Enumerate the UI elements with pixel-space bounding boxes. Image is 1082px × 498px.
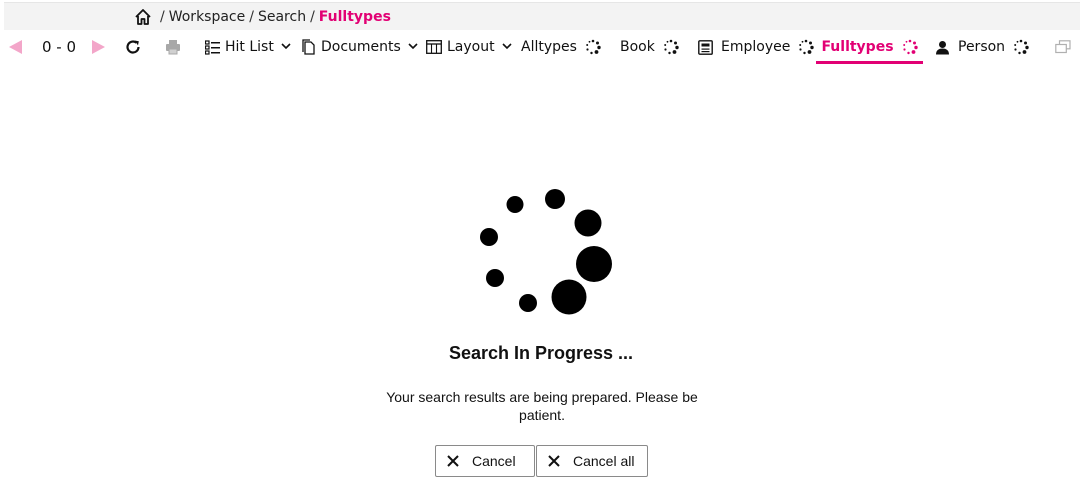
tab-label: Alltypes xyxy=(521,39,577,55)
documents-label: Documents xyxy=(321,39,401,55)
cancel-label: Cancel xyxy=(472,453,516,469)
spinner-icon xyxy=(1014,39,1029,55)
prev-arrow-icon[interactable] xyxy=(9,30,22,64)
window-restore-icon[interactable] xyxy=(1055,30,1071,64)
breadcrumb-separator: / xyxy=(160,9,165,25)
document-icon xyxy=(302,39,315,55)
tab-employee[interactable]: Employee xyxy=(698,30,815,64)
breadcrumb: / Workspace / Search / Fulltypes xyxy=(134,3,391,31)
tab-book[interactable]: Book xyxy=(620,30,679,64)
spinner-icon xyxy=(480,189,612,315)
layout-menu[interactable]: Layout xyxy=(426,30,512,64)
tab-label: Person xyxy=(958,39,1006,55)
spinner-icon xyxy=(586,39,601,55)
home-icon[interactable] xyxy=(134,8,152,26)
close-icon xyxy=(447,455,459,467)
hitlist-menu[interactable]: Hit List xyxy=(205,30,291,64)
table-icon xyxy=(426,40,442,54)
tab-label: Book xyxy=(620,39,655,55)
person-icon xyxy=(936,40,949,54)
breadcrumb-bar: / Workspace / Search / Fulltypes xyxy=(4,2,1080,30)
breadcrumb-search[interactable]: Search xyxy=(258,9,306,25)
breadcrumb-fulltypes: Fulltypes xyxy=(318,9,391,25)
chevron-down-icon xyxy=(281,42,291,53)
spinner-icon xyxy=(902,39,918,55)
tab-person[interactable]: Person xyxy=(935,30,1029,64)
tab-label: Fulltypes xyxy=(821,39,894,55)
documents-menu[interactable]: Documents xyxy=(302,30,418,64)
cancel-all-button[interactable]: Cancel all xyxy=(536,445,648,477)
breadcrumb-separator: / xyxy=(310,9,315,25)
refresh-icon[interactable] xyxy=(124,30,142,64)
id-card-icon xyxy=(698,39,713,55)
next-arrow-icon[interactable] xyxy=(92,30,105,64)
toolbar: 0 - 0 Hit List Documents Layout Alltypes… xyxy=(0,30,1082,64)
tab-fulltypes[interactable]: Fulltypes xyxy=(816,30,923,64)
spinner-icon xyxy=(664,39,679,55)
result-counter: 0 - 0 xyxy=(42,38,77,56)
close-icon xyxy=(548,455,560,467)
print-icon[interactable] xyxy=(164,30,182,64)
breadcrumb-separator: / xyxy=(249,9,254,25)
chevron-down-icon xyxy=(408,42,418,53)
list-icon xyxy=(205,39,220,55)
progress-title: Search In Progress ... xyxy=(448,343,634,363)
hitlist-label: Hit List xyxy=(225,39,274,55)
layout-label: Layout xyxy=(447,39,495,55)
progress-message: Your search results are being prepared. … xyxy=(386,389,698,423)
tab-alltypes[interactable]: Alltypes xyxy=(521,30,601,64)
breadcrumb-workspace[interactable]: Workspace xyxy=(169,9,246,25)
cancel-all-label: Cancel all xyxy=(573,453,635,469)
chevron-down-icon xyxy=(502,42,512,53)
tab-label: Employee xyxy=(721,39,791,55)
cancel-button[interactable]: Cancel xyxy=(435,445,535,477)
spinner-icon xyxy=(799,39,815,55)
